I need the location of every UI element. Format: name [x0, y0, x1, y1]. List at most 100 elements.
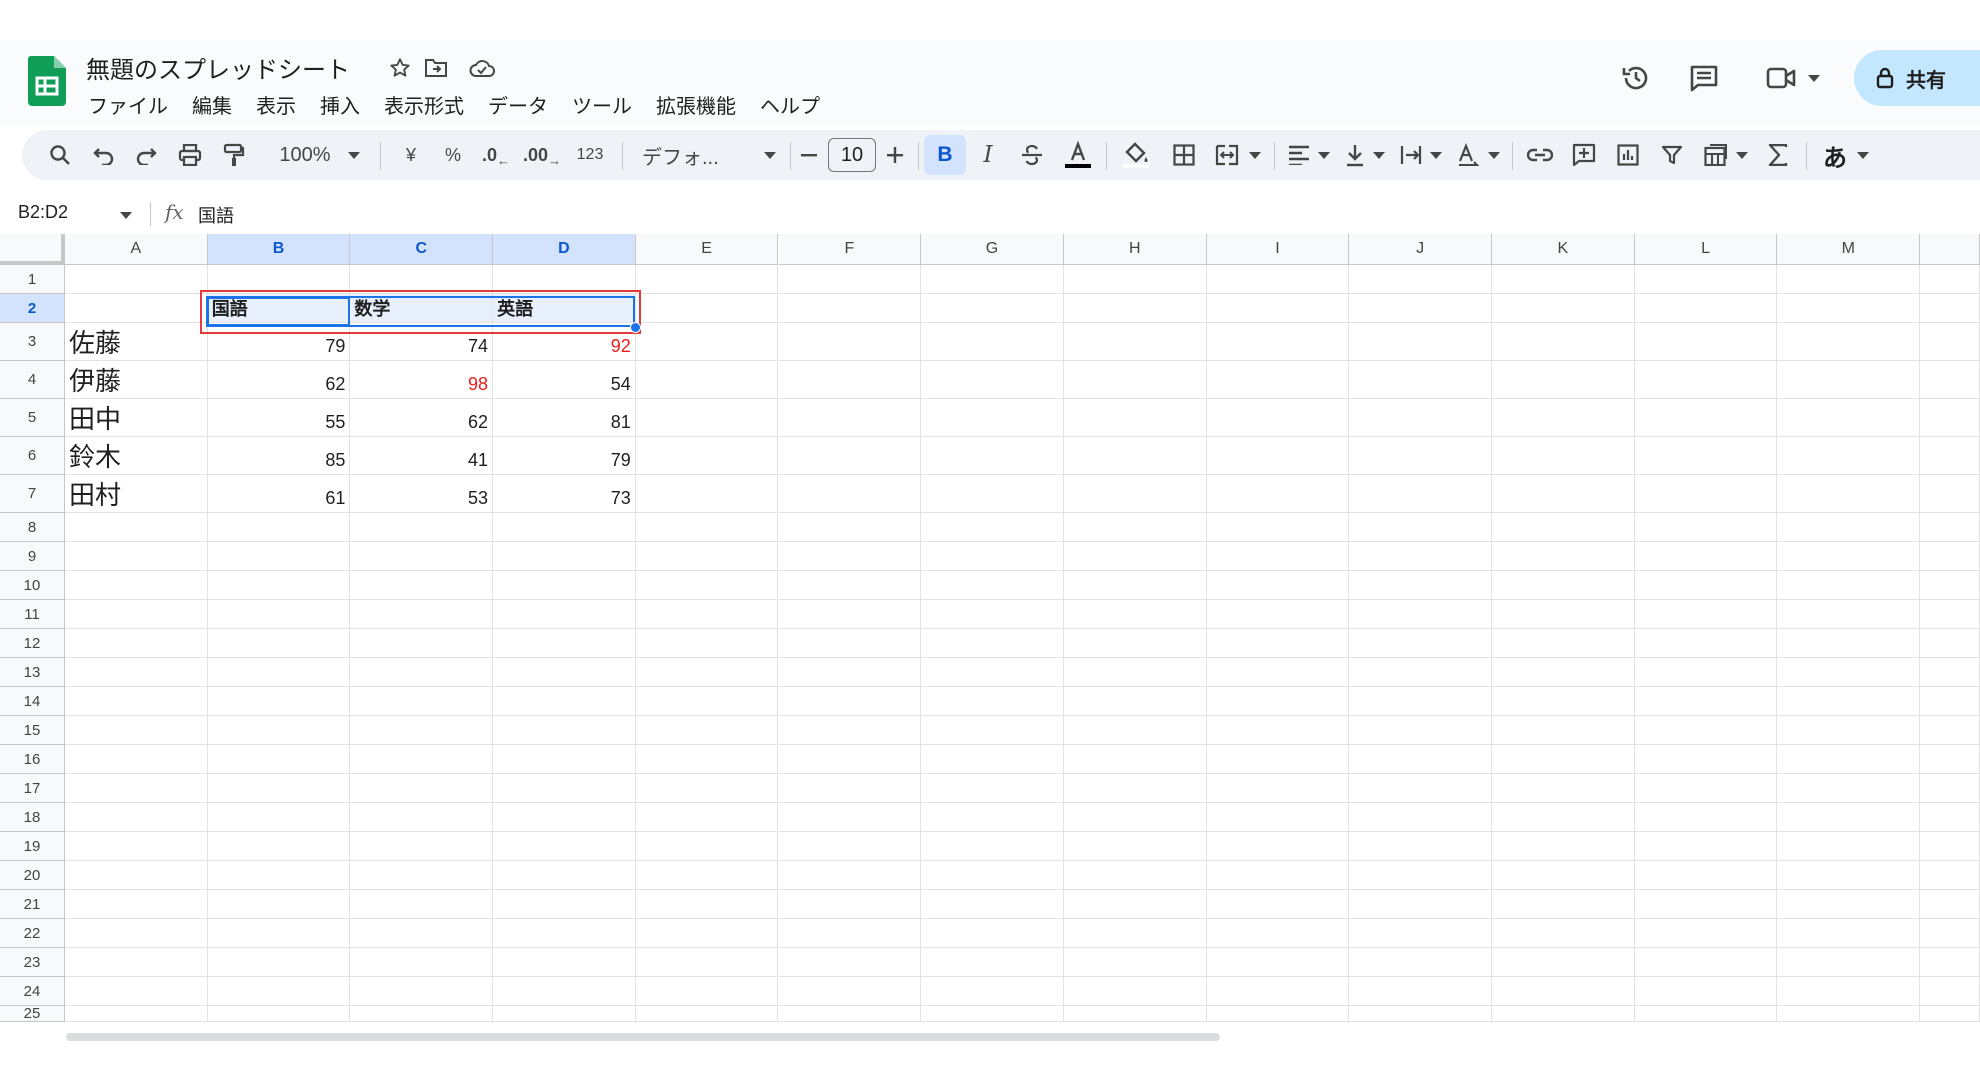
score-cell[interactable]: 54	[493, 361, 636, 399]
cell-h22[interactable]	[1063, 919, 1207, 948]
menu-data[interactable]: データ	[476, 88, 560, 121]
cell-j6[interactable]	[1349, 437, 1492, 475]
cell-a15[interactable]	[65, 716, 208, 745]
cell-a21[interactable]	[65, 890, 208, 919]
cell-g12[interactable]	[921, 629, 1064, 658]
cell-a20[interactable]	[65, 861, 208, 890]
cell-k19[interactable]	[1492, 832, 1635, 861]
row-header-16[interactable]: 16	[0, 745, 65, 774]
cell-a9[interactable]	[65, 542, 208, 571]
name-box[interactable]: B2:D2	[18, 202, 68, 223]
cell-a23[interactable]	[65, 948, 208, 977]
cell-l25[interactable]	[1634, 1006, 1778, 1022]
cell-h12[interactable]	[1063, 629, 1207, 658]
cell-k4[interactable]	[1492, 361, 1635, 399]
cell-l11[interactable]	[1634, 600, 1778, 629]
cell-k18[interactable]	[1492, 803, 1635, 832]
cell-e21[interactable]	[635, 890, 779, 919]
filter-views-icon[interactable]	[1698, 135, 1754, 175]
fill-handle[interactable]	[630, 322, 641, 333]
cell-i24[interactable]	[1206, 977, 1350, 1006]
cell-g17[interactable]	[921, 774, 1064, 803]
cell-h13[interactable]	[1063, 658, 1207, 687]
cell-a10[interactable]	[65, 571, 208, 600]
cell-h3[interactable]	[1063, 323, 1207, 361]
cell-j13[interactable]	[1349, 658, 1492, 687]
cell-k14[interactable]	[1492, 687, 1635, 716]
cell-k9[interactable]	[1492, 542, 1635, 571]
chevron-down-icon[interactable]	[120, 212, 132, 219]
cell-b15[interactable]	[207, 716, 351, 745]
cell-n4[interactable]	[1920, 361, 1980, 399]
cell-g4[interactable]	[921, 361, 1064, 399]
cell-m19[interactable]	[1777, 832, 1921, 861]
row-header-12[interactable]: 12	[0, 629, 65, 658]
cell-h19[interactable]	[1063, 832, 1207, 861]
cell-h18[interactable]	[1063, 803, 1207, 832]
cell-e10[interactable]	[635, 571, 779, 600]
cell-l4[interactable]	[1634, 361, 1778, 399]
cell-n5[interactable]	[1920, 399, 1980, 437]
cell-e3[interactable]	[635, 323, 779, 361]
cell-m15[interactable]	[1777, 716, 1921, 745]
header-cell-d2[interactable]: 英語	[493, 294, 636, 323]
cell-a18[interactable]	[65, 803, 208, 832]
score-cell[interactable]: 61	[207, 475, 351, 513]
cell-k20[interactable]	[1492, 861, 1635, 890]
row-header-11[interactable]: 11	[0, 600, 65, 629]
cell-f15[interactable]	[778, 716, 922, 745]
cell-b24[interactable]	[207, 977, 351, 1006]
cell-j21[interactable]	[1349, 890, 1492, 919]
cell-i2[interactable]	[1206, 294, 1350, 323]
cell-d21[interactable]	[493, 890, 636, 919]
cell-m9[interactable]	[1777, 542, 1921, 571]
cell-m10[interactable]	[1777, 571, 1921, 600]
cell-f17[interactable]	[778, 774, 922, 803]
cell-k16[interactable]	[1492, 745, 1635, 774]
cell-e16[interactable]	[635, 745, 779, 774]
cell-j12[interactable]	[1349, 629, 1492, 658]
cell-i14[interactable]	[1206, 687, 1350, 716]
cell-m24[interactable]	[1777, 977, 1921, 1006]
format-currency-button[interactable]: ¥	[394, 135, 428, 175]
cell-g5[interactable]	[921, 399, 1064, 437]
menu-edit[interactable]: 編集	[180, 88, 244, 121]
font-size-input[interactable]: 10	[828, 138, 876, 172]
cell-m16[interactable]	[1777, 745, 1921, 774]
cell-f9[interactable]	[778, 542, 922, 571]
cell-n16[interactable]	[1920, 745, 1980, 774]
cell-a11[interactable]	[65, 600, 208, 629]
cell-k5[interactable]	[1492, 399, 1635, 437]
cell-d16[interactable]	[493, 745, 636, 774]
menu-file[interactable]: ファイル	[76, 88, 180, 121]
cell-c20[interactable]	[350, 861, 494, 890]
score-cell[interactable]: 41	[350, 437, 494, 475]
cell-g21[interactable]	[921, 890, 1064, 919]
cell-a13[interactable]	[65, 658, 208, 687]
column-header-d[interactable]: D	[493, 234, 636, 265]
column-header-k[interactable]: K	[1492, 234, 1635, 265]
increase-font-size-button[interactable]	[880, 135, 910, 175]
share-button[interactable]: 共有	[1854, 50, 1980, 106]
cell-l2[interactable]	[1634, 294, 1778, 323]
cell-a19[interactable]	[65, 832, 208, 861]
menu-extensions[interactable]: 拡張機能	[644, 88, 748, 121]
cell-h10[interactable]	[1063, 571, 1207, 600]
spreadsheet-grid[interactable]: ABCDEFGHIJKLM 1 2 3 4 5 6 7 8 9 10 11 12 13 14 15 16 17 1…	[0, 234, 1980, 1034]
cell-h25[interactable]	[1063, 1006, 1207, 1022]
row-header-6[interactable]: 6	[0, 437, 65, 475]
cell-i19[interactable]	[1206, 832, 1350, 861]
cell-e5[interactable]	[635, 399, 779, 437]
score-cell[interactable]: 73	[493, 475, 636, 513]
column-header-b[interactable]: B	[207, 234, 351, 265]
cell-h2[interactable]	[1063, 294, 1207, 323]
cell-m17[interactable]	[1777, 774, 1921, 803]
cell-d13[interactable]	[493, 658, 636, 687]
cell-h9[interactable]	[1063, 542, 1207, 571]
cell-c14[interactable]	[350, 687, 494, 716]
column-header-f[interactable]: F	[778, 234, 922, 265]
cell-c23[interactable]	[350, 948, 494, 977]
cell-j10[interactable]	[1349, 571, 1492, 600]
column-header-c[interactable]: C	[350, 234, 494, 265]
cell-j8[interactable]	[1349, 513, 1492, 542]
